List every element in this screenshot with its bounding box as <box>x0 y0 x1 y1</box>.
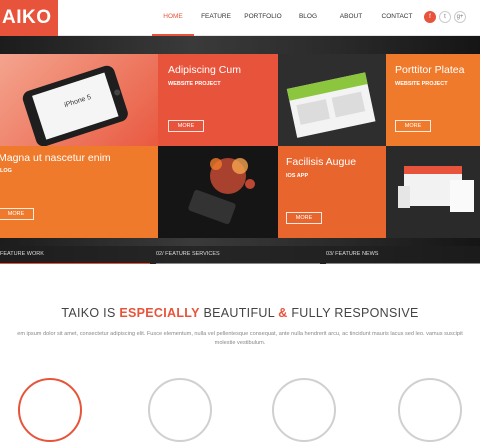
facebook-icon[interactable]: f <box>424 11 436 23</box>
headline-highlight: & <box>278 306 288 320</box>
tile-subtitle: IOS APP <box>286 173 309 179</box>
feature-circle[interactable] <box>148 378 212 442</box>
app-image-tile <box>158 146 278 238</box>
header: AIKO HOME FEATURE PORTFOLIO BLOG ABOUT C… <box>0 0 480 36</box>
tile-title: Magna ut nascetur enim <box>0 152 111 164</box>
slider-tab-feature-news[interactable]: 03/ FEATURE NEWS <box>326 251 378 257</box>
tile-title: Facilisis Augue <box>286 156 357 168</box>
main-nav: HOME FEATURE PORTFOLIO BLOG ABOUT CONTAC… <box>152 0 420 36</box>
more-button[interactable]: MORE <box>395 120 431 132</box>
section-intro: em ipsum dolor sit amet, consectetur adi… <box>0 330 480 348</box>
more-button[interactable]: MORE <box>0 208 34 220</box>
tile-subtitle: WEBSITE PROJECT <box>395 81 448 87</box>
feature-circle[interactable] <box>272 378 336 442</box>
feature-circle[interactable] <box>398 378 462 442</box>
social-links: f t g+ <box>424 11 466 23</box>
feature-circle[interactable] <box>18 378 82 442</box>
google-plus-icon[interactable]: g+ <box>454 11 466 23</box>
responsive-devices-image <box>398 166 474 212</box>
headline-highlight: ESPECIALLY <box>119 306 200 320</box>
tile-title: Adipiscing Cum <box>168 64 241 76</box>
nav-contact[interactable]: CONTACT <box>374 0 420 36</box>
logo[interactable]: AIKO <box>0 0 58 36</box>
hero-slider: iPhone 5 Adipiscing Cum WEBSITE PROJECT … <box>0 36 480 264</box>
more-button[interactable]: MORE <box>286 212 322 224</box>
more-button[interactable]: MORE <box>168 120 204 132</box>
headline-text: FULLY RESPONSIVE <box>287 306 419 320</box>
tile-facilisis[interactable]: Facilisis Augue IOS APP MORE <box>278 146 386 238</box>
intro-line: molestie vestibulum. <box>214 340 266 346</box>
section-headline: TAIKO IS ESPECIALLY BEAUTIFUL & FULLY RE… <box>0 306 480 320</box>
slider-nav-bar: FEATURE WORK 02/ FEATURE SERVICES 03/ FE… <box>0 246 480 264</box>
slider-progress-active <box>0 263 150 264</box>
tile-magna[interactable]: Magna ut nascetur enim LOG MORE <box>0 146 158 238</box>
nav-feature[interactable]: FEATURE <box>194 0 238 36</box>
devices-image-tile <box>386 146 480 238</box>
tile-subtitle: LOG <box>0 168 12 174</box>
headline-text: BEAUTIFUL <box>199 306 279 320</box>
twitter-icon[interactable]: t <box>439 11 451 23</box>
tile-subtitle: WEBSITE PROJECT <box>168 81 221 87</box>
intro-line: em ipsum dolor sit amet, consectetur adi… <box>17 331 463 337</box>
slider-progress <box>326 263 480 264</box>
tile-title: Porttitor Platea <box>395 64 465 76</box>
app-splash-image <box>188 158 255 225</box>
headline-text: TAIKO IS <box>61 306 120 320</box>
slider-tab-feature-work[interactable]: FEATURE WORK <box>0 251 44 257</box>
slider-progress <box>156 263 320 264</box>
nav-portfolio[interactable]: PORTFOLIO <box>238 0 288 36</box>
nav-home[interactable]: HOME <box>152 0 194 36</box>
nav-about[interactable]: ABOUT <box>328 0 374 36</box>
nav-blog[interactable]: BLOG <box>288 0 328 36</box>
slider-tab-feature-services[interactable]: 02/ FEATURE SERVICES <box>156 251 220 257</box>
